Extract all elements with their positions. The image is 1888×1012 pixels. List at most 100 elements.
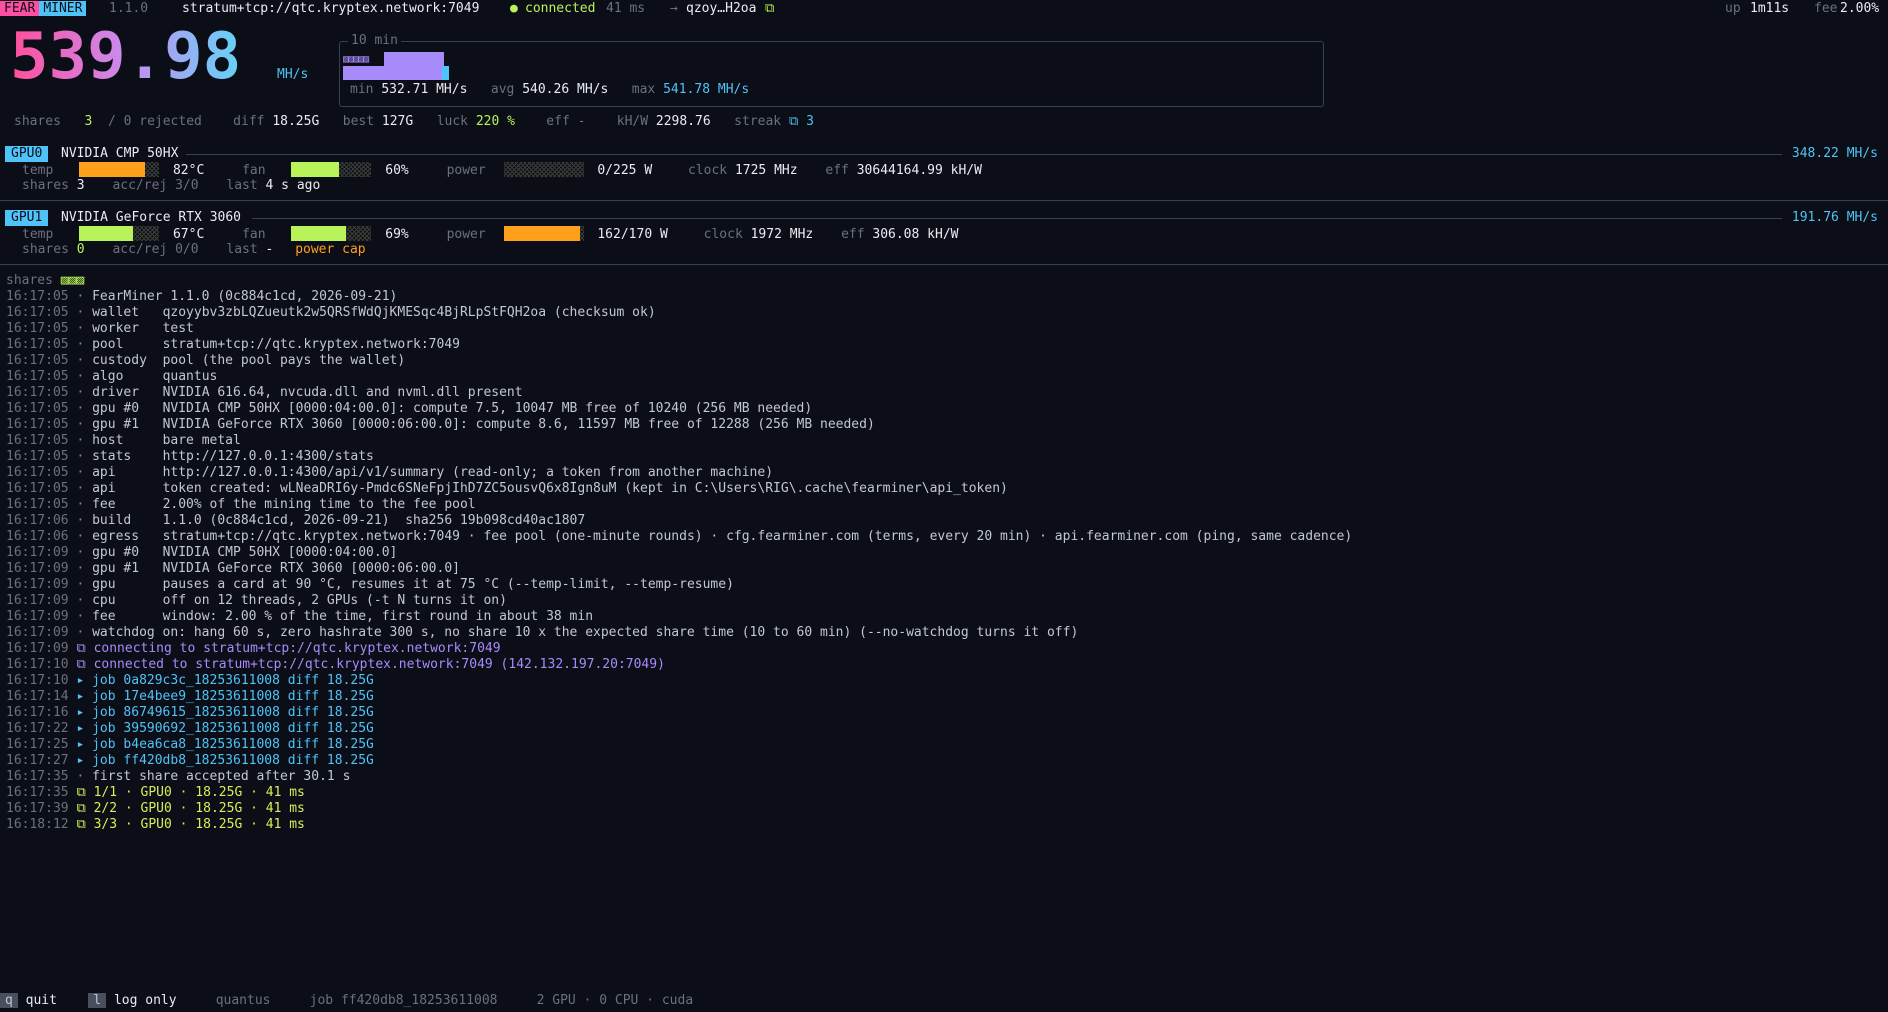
log-time: 16:17:05 bbox=[6, 353, 77, 368]
gpu1-accrej-label: acc/rej bbox=[112, 242, 168, 257]
log-line: 16:17:25 ▸ job b4ea6ca8_18253611008 diff… bbox=[6, 737, 1876, 753]
gpu1-shares: shares 0 acc/rej 0/0 last - power cap bbox=[22, 242, 366, 258]
log-message: connecting to stratum+tcp://qtc.kryptex.… bbox=[93, 641, 501, 656]
log-marker: · bbox=[76, 321, 93, 336]
gpu1-shares-label: shares bbox=[22, 242, 69, 257]
log-message: first share accepted after 30.1 s bbox=[92, 769, 351, 784]
log-marker: · bbox=[76, 593, 93, 608]
log-message: 1.1.0 (0c884c1cd, 2026-09-21) sha256 19b… bbox=[162, 513, 586, 528]
log-key: driver bbox=[92, 385, 163, 400]
log-marker: ⧉ bbox=[76, 817, 94, 832]
quit-key[interactable]: q bbox=[0, 993, 18, 1008]
gpu0-name: NVIDIA CMP 50HX bbox=[61, 146, 179, 161]
log-time: 16:17:09 bbox=[6, 593, 77, 608]
log-time: 16:17:10 bbox=[6, 657, 77, 672]
log-marker: ⧉ bbox=[76, 641, 94, 656]
gpu0-fan: 60% bbox=[385, 163, 409, 178]
gpu1-name: NVIDIA GeForce RTX 3060 bbox=[61, 210, 242, 225]
gpu1-header: GPU1 NVIDIA GeForce RTX 3060 191.76 MH/s bbox=[0, 210, 1888, 226]
log-time: 16:17:10 bbox=[6, 673, 77, 688]
log-line: 16:17:05 · fee 2.00% of the mining time … bbox=[6, 497, 1876, 513]
log-time: 16:17:05 bbox=[6, 289, 77, 304]
rejected-count: / 0 rejected bbox=[107, 114, 202, 129]
hashrate-history-panel: 10 min ▨▨▨▨▨ ▨ min 532.71 MH/s avg 540.2… bbox=[339, 33, 1324, 107]
gpu0-power-label: power bbox=[446, 163, 486, 178]
gpu0-fan-meter bbox=[291, 162, 372, 177]
gpu1-clock: 1972 MHz bbox=[750, 227, 814, 242]
log-time: 16:17:06 bbox=[6, 529, 77, 544]
log-message: NVIDIA CMP 50HX [0000:04:00.0] bbox=[162, 545, 398, 560]
gpu0-shares-value: 3 bbox=[76, 178, 85, 193]
log-marker: · bbox=[76, 497, 93, 512]
log-marker: · bbox=[76, 305, 93, 320]
log-time: 16:17:05 bbox=[6, 497, 77, 512]
gpu1-clock-label: clock bbox=[703, 227, 743, 242]
hashrate-digits: 539.98 bbox=[10, 24, 241, 88]
log-marker: ▸ bbox=[76, 689, 93, 704]
gpu0-eff: 30644164.99 kH/W bbox=[856, 163, 982, 178]
eff-value: - bbox=[577, 114, 586, 129]
log-key: egress bbox=[92, 529, 163, 544]
gpu0-header: GPU0 NVIDIA CMP 50HX 348.22 MH/s bbox=[0, 146, 1888, 162]
log-key: pool bbox=[92, 337, 163, 352]
event-log[interactable]: shares ▨▨▨ 16:17:05 · FearMiner 1.1.0 (0… bbox=[6, 273, 1876, 833]
log-message: http://127.0.0.1:4300/stats bbox=[162, 449, 374, 464]
gpu1-temp-meter bbox=[79, 226, 160, 241]
arrow-icon: → bbox=[670, 1, 678, 16]
luck-value: 220 % bbox=[475, 114, 515, 129]
log-time: 16:17:05 bbox=[6, 417, 77, 432]
log-message: FearMiner 1.1.0 (0c884c1cd, 2026-09-21) bbox=[92, 289, 398, 304]
gpu1-metrics: temp 67°C fan 69% power 162/170 W clock … bbox=[22, 226, 958, 243]
log-marker: · bbox=[76, 417, 93, 432]
quit-label[interactable]: quit bbox=[26, 993, 57, 1008]
log-key: gpu #0 bbox=[92, 545, 163, 560]
log-key: custody bbox=[92, 353, 163, 368]
log-only-label[interactable]: log only bbox=[114, 993, 177, 1008]
log-line: 16:17:05 · gpu #1 NVIDIA GeForce RTX 306… bbox=[6, 417, 1876, 433]
hashrate-value: 539.98 bbox=[10, 24, 241, 88]
log-key: worker bbox=[92, 321, 163, 336]
gpu1-temp-label: temp bbox=[22, 227, 54, 242]
log-lines: 16:17:05 · FearMiner 1.1.0 (0c884c1cd, 2… bbox=[6, 289, 1876, 833]
log-marker: · bbox=[76, 289, 93, 304]
avg-value: 540.26 MH/s bbox=[522, 82, 609, 97]
log-line: 16:17:09 ⧉ connecting to stratum+tcp://q… bbox=[6, 641, 1876, 657]
copy-icon[interactable]: ⧉ bbox=[765, 1, 774, 17]
max-label: max bbox=[631, 82, 656, 97]
log-message: quantus bbox=[162, 369, 218, 384]
log-message: job 0a829c3c_18253611008 diff 18.25G bbox=[92, 673, 374, 688]
hashrate-display: 539.98 bbox=[10, 24, 270, 88]
connection-status: connected bbox=[525, 1, 596, 16]
pool-url: stratum+tcp://qtc.kryptex.network:7049 bbox=[182, 1, 480, 16]
log-time: 16:17:35 bbox=[6, 769, 77, 784]
gpu1-rule bbox=[252, 218, 1782, 219]
khw-label: kH/W bbox=[616, 114, 649, 129]
log-marker: · bbox=[76, 545, 93, 560]
uptime-value: 1m11s bbox=[1750, 1, 1790, 16]
latency: 41 ms bbox=[606, 1, 646, 16]
gpu1-fan-label: fan bbox=[242, 227, 266, 242]
log-message: job 86749615_18253611008 diff 18.25G bbox=[92, 705, 374, 720]
log-line: 16:17:35 · first share accepted after 30… bbox=[6, 769, 1876, 785]
gpu0-last-label: last bbox=[226, 178, 258, 193]
log-only-key[interactable]: l bbox=[88, 993, 107, 1008]
log-message: bare metal bbox=[162, 433, 241, 448]
log-message: NVIDIA GeForce RTX 3060 [0000:06:00.0] bbox=[162, 561, 460, 576]
history-stats: min 532.71 MH/s avg 540.26 MH/s max 541.… bbox=[350, 82, 749, 98]
log-key: algo bbox=[92, 369, 163, 384]
log-line: 16:17:05 · api token created: wLNeaDRI6y… bbox=[6, 481, 1876, 497]
gpu1-eff: 306.08 kH/W bbox=[872, 227, 959, 242]
brand-fear: FEAR bbox=[0, 1, 40, 16]
footer-devices: 2 GPU · 0 CPU · cuda bbox=[536, 993, 694, 1008]
gpu1-power-meter bbox=[503, 226, 584, 241]
log-message: connected to stratum+tcp://qtc.kryptex.n… bbox=[93, 657, 665, 672]
log-line: 16:18:12 ⧉ 3/3 · GPU0 · 18.25G · 41 ms bbox=[6, 817, 1876, 833]
gpu0-rule bbox=[186, 154, 1782, 155]
max-value: 541.78 MH/s bbox=[663, 82, 750, 97]
log-marker: · bbox=[76, 433, 93, 448]
gpu0-accrej-label: acc/rej bbox=[112, 178, 168, 193]
wallet-short: qzoy…H2oa bbox=[686, 1, 757, 16]
log-time: 16:17:14 bbox=[6, 689, 77, 704]
diff-value: 18.25G bbox=[272, 114, 320, 129]
log-time: 16:17:09 bbox=[6, 577, 77, 592]
